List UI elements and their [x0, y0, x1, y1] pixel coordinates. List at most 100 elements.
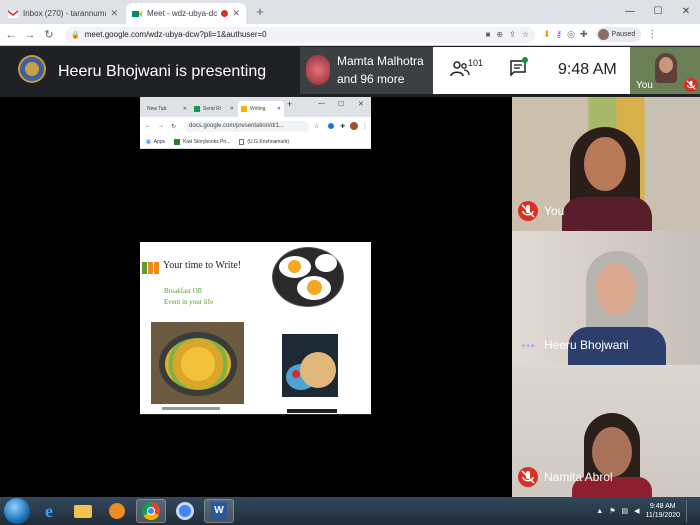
address-bar[interactable]: 🔒 meet.google.com/wdz-ubya-dcw?pli=1&aut…	[65, 26, 535, 43]
close-icon[interactable]: ✕	[232, 8, 240, 19]
people-count: 101	[468, 58, 484, 68]
shared-menu-icon: ⋮	[362, 123, 368, 130]
extensions-puzzle-icon[interactable]: ✚	[580, 29, 588, 40]
zoom-icon[interactable]: ⊕	[496, 30, 503, 39]
chat-unread-dot	[522, 57, 528, 63]
bookmark-star-icon[interactable]: ☆	[522, 30, 529, 39]
shared-tab: New Tab ✕	[144, 101, 190, 117]
shared-new-tab-icon: +	[287, 99, 293, 109]
shared-maximize-icon: ☐	[338, 101, 345, 108]
tile-shirt	[562, 197, 652, 231]
tile-name: You	[544, 204, 565, 218]
meet-icon	[132, 10, 142, 17]
slide-color-squares	[142, 262, 159, 274]
participant-tiles: You ••• Heeru Bhojwani Namita Abrol	[512, 97, 700, 497]
close-icon: ✕	[182, 106, 187, 112]
paratha-image	[282, 334, 338, 397]
participant-tile-you[interactable]: You	[512, 97, 700, 231]
bookmark-ug: (U.G.Krishnamurti)	[247, 138, 290, 145]
shared-avatar	[350, 122, 358, 130]
extension-ring-icon[interactable]: ◎	[567, 29, 575, 40]
participant-more: and 96 more	[337, 72, 405, 86]
shared-forward-icon: →	[158, 123, 164, 129]
self-view-tile[interactable]: You	[630, 47, 700, 94]
image-caption	[287, 409, 337, 413]
browser-tab-strip: Inbox (270) - tarannum@theind ✕ Meet - w…	[0, 0, 700, 24]
shared-star-icon: ☆	[314, 123, 320, 130]
slide: Your time to Write! Breakfast OR Event i…	[140, 242, 371, 414]
shared-extension-icon	[328, 123, 334, 129]
shared-tab-title: New Tab	[147, 106, 167, 112]
meeting-time: 9:48 AM	[558, 61, 617, 78]
shared-tab-strip: New Tab ✕ Send Ri ✕ Writing ✕ + — ☐ ✕	[140, 97, 371, 117]
profile-button[interactable]: Paused	[595, 27, 642, 42]
reload-icon[interactable]: ↻	[41, 28, 57, 41]
tray-network-icon[interactable]: ▤	[621, 507, 628, 515]
avatar	[306, 55, 330, 85]
browser-menu-icon[interactable]: ⋮	[647, 29, 657, 40]
maximize-icon[interactable]: ☐	[644, 0, 672, 24]
shared-close-icon: ✕	[358, 101, 364, 108]
show-desktop-button[interactable]	[686, 500, 694, 522]
taskbar-word[interactable]: W	[204, 499, 234, 523]
tray-flag-icon[interactable]: ⚑	[609, 507, 615, 515]
slide-title: Your time to Write!	[163, 260, 242, 271]
tab-title: Inbox (270) - tarannum@theind	[23, 9, 106, 18]
participant-tile-namita[interactable]: Namita Abrol	[512, 365, 700, 497]
chrome-alt-icon	[176, 502, 194, 520]
tile-face	[596, 263, 636, 315]
close-icon[interactable]: ✕	[110, 8, 118, 19]
back-icon[interactable]: ←	[3, 29, 19, 41]
ie-icon: e	[45, 500, 53, 521]
meeting-info-bar: 101 9:48 AM	[433, 47, 631, 94]
tab-google-meet[interactable]: Meet - wdz-ubya-dcw ✕	[126, 3, 246, 24]
extensions: ⬇ ⚷ ◎ ✚	[543, 29, 588, 40]
taskbar-explorer[interactable]	[68, 499, 98, 523]
bookmark-kiwi: Kiwi Storybooks Pri...	[183, 138, 231, 145]
tray-chevron-icon[interactable]: ▲	[596, 508, 603, 515]
share-icon[interactable]: ⇪	[509, 30, 516, 39]
lock-icon: 🔒	[71, 31, 80, 39]
shared-tab-title: Send Ri	[203, 106, 221, 112]
new-tab-button[interactable]: +	[252, 4, 268, 20]
close-window-icon[interactable]: ✕	[672, 0, 700, 24]
taskbar-ie[interactable]: e	[34, 499, 64, 523]
shared-screen: New Tab ✕ Send Ri ✕ Writing ✕ + — ☐ ✕ ← → ↻…	[140, 97, 371, 415]
tab-gmail-inbox[interactable]: Inbox (270) - tarannum@theind ✕	[2, 3, 124, 24]
taskbar-clock[interactable]: 9:48 AM 11/19/2020	[645, 502, 680, 520]
profile-status: Paused	[611, 31, 636, 38]
tile-face	[584, 137, 626, 191]
clock-date: 11/19/2020	[645, 512, 680, 519]
speaking-indicator-icon: •••	[522, 341, 536, 352]
slide-letterbox	[140, 149, 371, 242]
start-button[interactable]	[4, 498, 30, 524]
taskbar-media-player[interactable]	[102, 499, 132, 523]
people-icon[interactable]	[450, 59, 470, 79]
url-text: meet.google.com/wdz-ubya-dcw?pli=1&authu…	[84, 30, 267, 39]
taskbar-chrome-2[interactable]	[170, 499, 200, 523]
slides-icon	[241, 106, 247, 112]
tray-volume-icon[interactable]: ◀	[634, 507, 639, 515]
participant-tile-heeru[interactable]: ••• Heeru Bhojwani	[512, 231, 700, 365]
fried-eggs-image	[272, 247, 344, 307]
chrome-icon	[142, 502, 160, 520]
taskbar: e W ▲ ⚑ ▤ ◀ 9:48 AM 11/19/2020	[0, 497, 700, 525]
extension-key-icon[interactable]: ⚷	[556, 29, 563, 40]
browser-toolbar: ← → ↻ 🔒 meet.google.com/wdz-ubya-dcw?pli…	[0, 24, 700, 46]
extension-download-icon[interactable]: ⬇	[543, 29, 551, 40]
recording-dot-icon	[221, 10, 229, 17]
camera-icon[interactable]: ■	[486, 30, 491, 39]
taskbar-chrome[interactable]	[136, 499, 166, 523]
participant-name: Mamta Malhotra	[337, 54, 424, 68]
avatar	[597, 29, 609, 40]
presenting-banner: Heeru Bhojwani is presenting	[58, 63, 267, 80]
system-tray: ▲ ⚑ ▤ ◀ 9:48 AM 11/19/2020	[596, 500, 700, 522]
self-view-face	[659, 57, 673, 73]
forward-icon[interactable]: →	[22, 29, 38, 41]
shared-tab-title: Writing	[250, 106, 266, 112]
school-logo	[18, 55, 46, 83]
participants-summary[interactable]: Mamta Malhotra and 96 more	[300, 47, 433, 94]
bookmark-apps: Apps	[153, 138, 166, 145]
shared-tab: Writing ✕	[238, 101, 284, 117]
minimize-icon[interactable]: —	[616, 0, 644, 24]
